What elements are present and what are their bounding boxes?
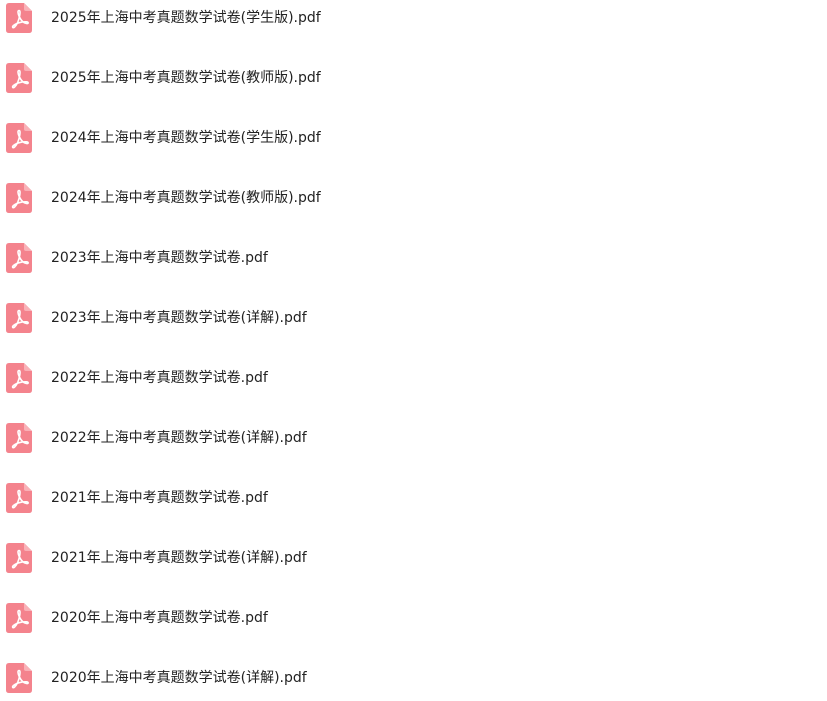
file-row[interactable]: 2025年上海中考真题数学试卷(教师版).pdf (0, 55, 620, 101)
pdf-file-icon (6, 3, 32, 33)
file-name: 2020年上海中考真题数学试卷(详解).pdf (51, 670, 307, 686)
file-name: 2021年上海中考真题数学试卷(详解).pdf (51, 550, 307, 566)
file-row[interactable]: 2021年上海中考真题数学试卷(详解).pdf (0, 535, 620, 581)
file-name: 2025年上海中考真题数学试卷(教师版).pdf (51, 70, 321, 86)
file-name: 2025年上海中考真题数学试卷(学生版).pdf (51, 10, 321, 26)
file-row[interactable]: 2025年上海中考真题数学试卷(学生版).pdf (0, 0, 620, 41)
pdf-file-icon (6, 63, 32, 93)
file-name: 2024年上海中考真题数学试卷(学生版).pdf (51, 130, 321, 146)
file-name: 2020年上海中考真题数学试卷.pdf (51, 610, 268, 626)
file-name: 2023年上海中考真题数学试卷(详解).pdf (51, 310, 307, 326)
pdf-file-icon (6, 603, 32, 633)
file-row[interactable]: 2021年上海中考真题数学试卷.pdf (0, 475, 620, 521)
file-row[interactable]: 2022年上海中考真题数学试卷.pdf (0, 355, 620, 401)
pdf-file-icon (6, 243, 32, 273)
pdf-file-icon (6, 543, 32, 573)
file-row[interactable]: 2024年上海中考真题数学试卷(学生版).pdf (0, 115, 620, 161)
file-row[interactable]: 2020年上海中考真题数学试卷(详解).pdf (0, 655, 620, 701)
pdf-file-icon (6, 183, 32, 213)
pdf-file-icon (6, 363, 32, 393)
file-name: 2024年上海中考真题数学试卷(教师版).pdf (51, 190, 321, 206)
pdf-file-icon (6, 303, 32, 333)
file-row[interactable]: 2023年上海中考真题数学试卷.pdf (0, 235, 620, 281)
file-row[interactable]: 2023年上海中考真题数学试卷(详解).pdf (0, 295, 620, 341)
file-name: 2021年上海中考真题数学试卷.pdf (51, 490, 268, 506)
file-row[interactable]: 2020年上海中考真题数学试卷.pdf (0, 595, 620, 641)
pdf-file-icon (6, 423, 32, 453)
pdf-file-icon (6, 123, 32, 153)
file-name: 2023年上海中考真题数学试卷.pdf (51, 250, 268, 266)
file-name: 2022年上海中考真题数学试卷(详解).pdf (51, 430, 307, 446)
file-row[interactable]: 2024年上海中考真题数学试卷(教师版).pdf (0, 175, 620, 221)
file-list: 2025年上海中考真题数学试卷(学生版).pdf 2025年上海中考真题数学试卷… (0, 0, 827, 701)
file-row[interactable]: 2022年上海中考真题数学试卷(详解).pdf (0, 415, 620, 461)
file-name: 2022年上海中考真题数学试卷.pdf (51, 370, 268, 386)
pdf-file-icon (6, 663, 32, 693)
pdf-file-icon (6, 483, 32, 513)
